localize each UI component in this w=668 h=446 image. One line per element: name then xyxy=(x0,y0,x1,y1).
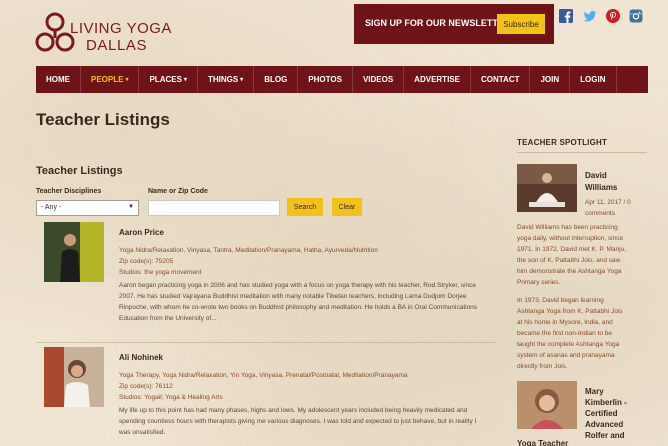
nav-item-label: BLOG xyxy=(264,75,288,84)
nav-item-places[interactable]: PLACES ▾ xyxy=(139,66,198,93)
teacher-photo-image xyxy=(44,347,104,407)
nav-item-contact[interactable]: CONTACT xyxy=(471,66,531,93)
main-nav: HOME PEOPLE ▾ PLACES ▾ THINGS ▾ BLOG PHOTOS VIDEO… xyxy=(36,66,648,93)
spotlight-text: taught the complete Ashtanga Yoga xyxy=(517,341,620,348)
newsletter-text: SIGN UP FOR OUR NEWSLETTER xyxy=(365,18,511,28)
nav-item-login[interactable]: LOGIN xyxy=(570,66,617,93)
nav-item-people[interactable]: PEOPLE ▾ xyxy=(81,66,140,93)
spotlight-text: 1971. In 1972, David met K. P. Manju, xyxy=(517,246,627,253)
disciplines-selected-value: - Any - xyxy=(41,204,62,211)
spotlight-heading: TEACHER SPOTLIGHT xyxy=(517,138,608,147)
nav-item-join[interactable]: JOIN xyxy=(530,66,571,93)
teacher-photo-ali-nohinek[interactable] xyxy=(44,347,104,407)
spotlight-text: became the first non-Indian to be xyxy=(517,330,613,337)
instagram-icon[interactable] xyxy=(629,9,643,23)
zip-label: Name or Zip Code xyxy=(148,188,208,195)
teacher-disciplines: Yoga Nidra/Relaxation, Vinyasa, Tantra, … xyxy=(119,247,378,254)
teacher-studios[interactable]: Studios: the yoga movement xyxy=(119,267,201,278)
spotlight-text: directly from Jois. xyxy=(517,363,568,370)
spotlight-text: the son of K. Pattabhi Jois, and saw xyxy=(517,257,621,264)
spotlight-photo-image xyxy=(517,164,577,212)
spotlight-name-line1[interactable]: David xyxy=(585,170,607,182)
teacher-name[interactable]: Aaron Price xyxy=(119,228,164,237)
nav-item-advertise[interactable]: ADVERTISE xyxy=(404,66,471,93)
brand-line1: LIVING YOGA xyxy=(70,20,172,37)
teacher-name[interactable]: Ali Nohinek xyxy=(119,353,163,362)
spotlight-text: Ashtanga Yoga from K. Pattabhi Jois xyxy=(517,308,623,315)
page-title: Teacher Listings xyxy=(36,110,170,129)
spotlight-comments[interactable]: comments xyxy=(585,209,615,219)
twitter-icon[interactable] xyxy=(583,9,597,23)
teacher-bio: My life up to this point has had many ph… xyxy=(119,407,477,436)
spotlight-text: at his home in Mysore, India, and xyxy=(517,319,613,326)
name-or-zip-input[interactable] xyxy=(148,200,280,216)
brand-line2: DALLAS xyxy=(86,37,148,54)
spotlight-text: David Williams has been practicing xyxy=(517,224,618,231)
clear-button[interactable]: Clear xyxy=(332,198,362,216)
subscribe-button[interactable]: Subscribe xyxy=(497,14,545,34)
chevron-down-icon: ▾ xyxy=(125,77,129,83)
facebook-icon[interactable] xyxy=(559,9,573,23)
spotlight-name[interactable]: Rolfer and xyxy=(585,430,625,442)
nav-item-label: PLACES xyxy=(149,75,182,84)
spotlight-text: system of asanas and pranayama xyxy=(517,352,615,359)
pinterest-icon[interactable] xyxy=(606,9,620,23)
spotlight-name[interactable]: Yoga Teacher xyxy=(517,438,568,446)
nav-item-things[interactable]: THINGS ▾ xyxy=(198,66,255,93)
chevron-down-icon: ▾ xyxy=(183,77,187,83)
nav-item-home[interactable]: HOME xyxy=(36,66,81,93)
chevron-down-icon: ▼ xyxy=(128,204,134,210)
spotlight-text: yoga daily, without interruption, since xyxy=(517,235,624,242)
teacher-studios[interactable]: Studios: Yogail; Yoga & Healing Arts xyxy=(119,392,223,403)
teacher-disciplines: Yoga Therapy, Yoga Nidra/Relaxation, Yin… xyxy=(119,372,408,379)
newsletter-banner: SIGN UP FOR OUR NEWSLETTER Subscribe xyxy=(354,4,554,44)
listing-divider xyxy=(36,342,496,343)
nav-item-label: ADVERTISE xyxy=(414,75,460,84)
spotlight-date: Apr 11, 2017 / 0 xyxy=(585,199,631,206)
nav-item-label: HOME xyxy=(46,75,70,84)
spotlight-text: In 1973, David began learning xyxy=(517,297,604,304)
nav-item-label: LOGIN xyxy=(580,75,606,84)
triskele-logo-icon xyxy=(35,12,75,52)
listing-subtitle: Teacher Listings xyxy=(36,165,123,177)
teacher-photo-aaron-price[interactable] xyxy=(44,222,104,282)
teacher-zip: Zip code(s): 76112 xyxy=(119,383,173,390)
nav-item-label: PEOPLE xyxy=(91,75,124,84)
spotlight-name-line2[interactable]: Williams xyxy=(585,182,617,194)
nav-item-label: THINGS xyxy=(207,75,239,84)
teacher-zip: Zip code(s): 75205 xyxy=(119,258,174,265)
teacher-photo-image xyxy=(44,222,104,282)
spotlight-photo-david-williams[interactable] xyxy=(517,164,577,212)
spotlight-photo-mary-kimberlin[interactable] xyxy=(517,381,577,429)
nav-item-label: CONTACT xyxy=(480,75,520,84)
disciplines-label: Teacher Disciplines xyxy=(36,188,102,195)
teacher-bio: Aaron began practicing yoga in 2006 and … xyxy=(119,282,478,322)
spotlight-divider xyxy=(517,152,647,153)
chevron-down-icon: ▾ xyxy=(240,77,244,83)
nav-item-videos[interactable]: VIDEOS xyxy=(353,66,405,93)
nav-item-label: VIDEOS xyxy=(362,75,394,84)
nav-item-blog[interactable]: BLOG xyxy=(254,66,299,93)
spotlight-photo-image xyxy=(517,381,577,429)
spotlight-text: Primary series. xyxy=(517,279,561,286)
nav-item-label: PHOTOS xyxy=(308,75,342,84)
spotlight-text: him demonstrate the Ashtanga Yoga xyxy=(517,268,622,275)
nav-item-photos[interactable]: PHOTOS xyxy=(298,66,353,93)
disciplines-select[interactable]: - Any - ▼ xyxy=(36,200,139,216)
nav-item-label: JOIN xyxy=(540,75,560,84)
search-button[interactable]: Search xyxy=(287,198,323,216)
